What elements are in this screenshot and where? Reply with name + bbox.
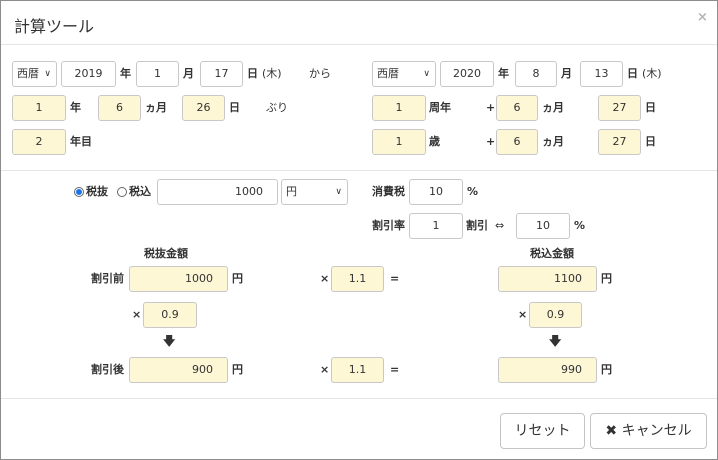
calculator-dialog: 計算ツール × 西暦 ∨ 2019 年 1 月 17 日 (木) から 西暦 ∨ 2… — [0, 0, 718, 460]
duration-months-output: 6 — [98, 95, 141, 121]
footer-divider — [1, 398, 717, 399]
currency-select[interactable]: 円 ∨ — [281, 179, 348, 205]
discount-factor-excl-output: 0.9 — [143, 302, 197, 328]
end-weekday: (木) — [642, 67, 662, 80]
age-months-output: 6 — [496, 129, 538, 155]
after-excl-output: 900 — [129, 357, 228, 383]
tax-included-label[interactable]: 税込 — [129, 179, 151, 205]
end-era-select[interactable]: 西暦 ∨ — [372, 61, 436, 87]
amount-input[interactable]: 1000 — [157, 179, 278, 205]
since-label: ぶり — [266, 101, 288, 114]
anniversary-years-output: 1 — [372, 95, 426, 121]
equals-sign: = — [390, 272, 400, 285]
age-years-output: 1 — [372, 129, 426, 155]
start-era-select[interactable]: 西暦 ∨ — [12, 61, 57, 87]
chevron-down-icon: ∨ — [44, 69, 51, 79]
equivalent-icon: ⇔ — [495, 219, 505, 232]
times-sign: × — [320, 272, 330, 285]
times-sign: × — [320, 363, 330, 376]
consumption-tax-label: 消費税 — [372, 185, 405, 198]
yen-label: 円 — [232, 272, 243, 285]
header-divider — [1, 44, 717, 45]
chevron-down-icon: ∨ — [423, 69, 430, 79]
tax-excluded-label[interactable]: 税抜 — [86, 179, 108, 205]
month-label: 月 — [183, 67, 194, 80]
yen-label: 円 — [601, 272, 612, 285]
anniversary-days-output: 27 — [598, 95, 641, 121]
start-year-input[interactable]: 2019 — [61, 61, 116, 87]
from-label: から — [309, 67, 331, 80]
arrow-down-icon: 🡇 — [549, 334, 562, 348]
reset-button[interactable]: リセット — [500, 413, 585, 449]
percent-label: % — [467, 185, 479, 198]
nth-year-label: 年目 — [70, 135, 92, 148]
anniversary-label: 周年 — [429, 101, 451, 114]
discount-rate-input[interactable]: 1 — [409, 213, 463, 239]
arrow-down-icon: 🡇 — [163, 334, 176, 348]
year-label: 年 — [498, 67, 509, 80]
consumption-tax-input[interactable]: 10 — [409, 179, 463, 205]
end-month-input[interactable]: 8 — [515, 61, 557, 87]
yen-label: 円 — [601, 363, 612, 376]
dialog-title: 計算ツール — [14, 17, 95, 36]
months-label: ヵ月 — [542, 101, 564, 114]
yen-label: 円 — [232, 363, 243, 376]
tax-included-radio[interactable] — [117, 187, 127, 197]
month-label: 月 — [561, 67, 572, 80]
start-day-input[interactable]: 17 — [200, 61, 243, 87]
discount-percent-input[interactable]: 10 — [516, 213, 570, 239]
day-label: 日 — [627, 67, 638, 80]
close-icon: ✖ — [605, 423, 618, 439]
anniversary-months-output: 6 — [496, 95, 538, 121]
tax-excluded-header: 税抜金額 — [144, 247, 188, 260]
year-label: 年 — [120, 67, 131, 80]
before-excl-output: 1000 — [129, 266, 228, 292]
discount-rate-label: 割引率 — [372, 219, 405, 232]
days-label: 日 — [229, 101, 240, 114]
start-month-input[interactable]: 1 — [136, 61, 179, 87]
tax-multiplier-output: 1.1 — [331, 266, 384, 292]
age-days-output: 27 — [598, 129, 641, 155]
tax-included-header: 税込金額 — [530, 247, 574, 260]
before-incl-output: 1100 — [498, 266, 597, 292]
discount-unit-label: 割引 — [466, 219, 488, 232]
age-label: 歳 — [429, 135, 440, 148]
before-discount-label: 割引前 — [91, 272, 124, 285]
start-weekday: (木) — [262, 67, 282, 80]
tax-multiplier-output: 1.1 — [331, 357, 384, 383]
close-icon[interactable]: × — [697, 10, 708, 25]
end-year-input[interactable]: 2020 — [440, 61, 494, 87]
after-incl-output: 990 — [498, 357, 597, 383]
days-label: 日 — [645, 101, 656, 114]
duration-days-output: 26 — [182, 95, 225, 121]
chevron-down-icon: ∨ — [335, 187, 342, 197]
days-label: 日 — [645, 135, 656, 148]
day-label: 日 — [247, 67, 258, 80]
nth-year-output: 2 — [12, 129, 66, 155]
years-label: 年 — [70, 101, 81, 114]
equals-sign: = — [390, 363, 400, 376]
cancel-button[interactable]: ✖ キャンセル — [590, 413, 707, 449]
after-discount-label: 割引後 — [91, 363, 124, 376]
times-sign: × — [132, 308, 142, 321]
months-label: ヵ月 — [542, 135, 564, 148]
section-divider — [1, 170, 717, 171]
cancel-label: キャンセル — [621, 423, 692, 439]
plus-sign: + — [486, 101, 496, 114]
tax-excluded-radio[interactable] — [74, 187, 84, 197]
discount-factor-incl-output: 0.9 — [529, 302, 582, 328]
duration-years-output: 1 — [12, 95, 66, 121]
percent-label: % — [574, 219, 586, 232]
times-sign: × — [518, 308, 528, 321]
end-day-input[interactable]: 13 — [580, 61, 623, 87]
months-label: ヵ月 — [145, 101, 167, 114]
plus-sign: + — [486, 135, 496, 148]
